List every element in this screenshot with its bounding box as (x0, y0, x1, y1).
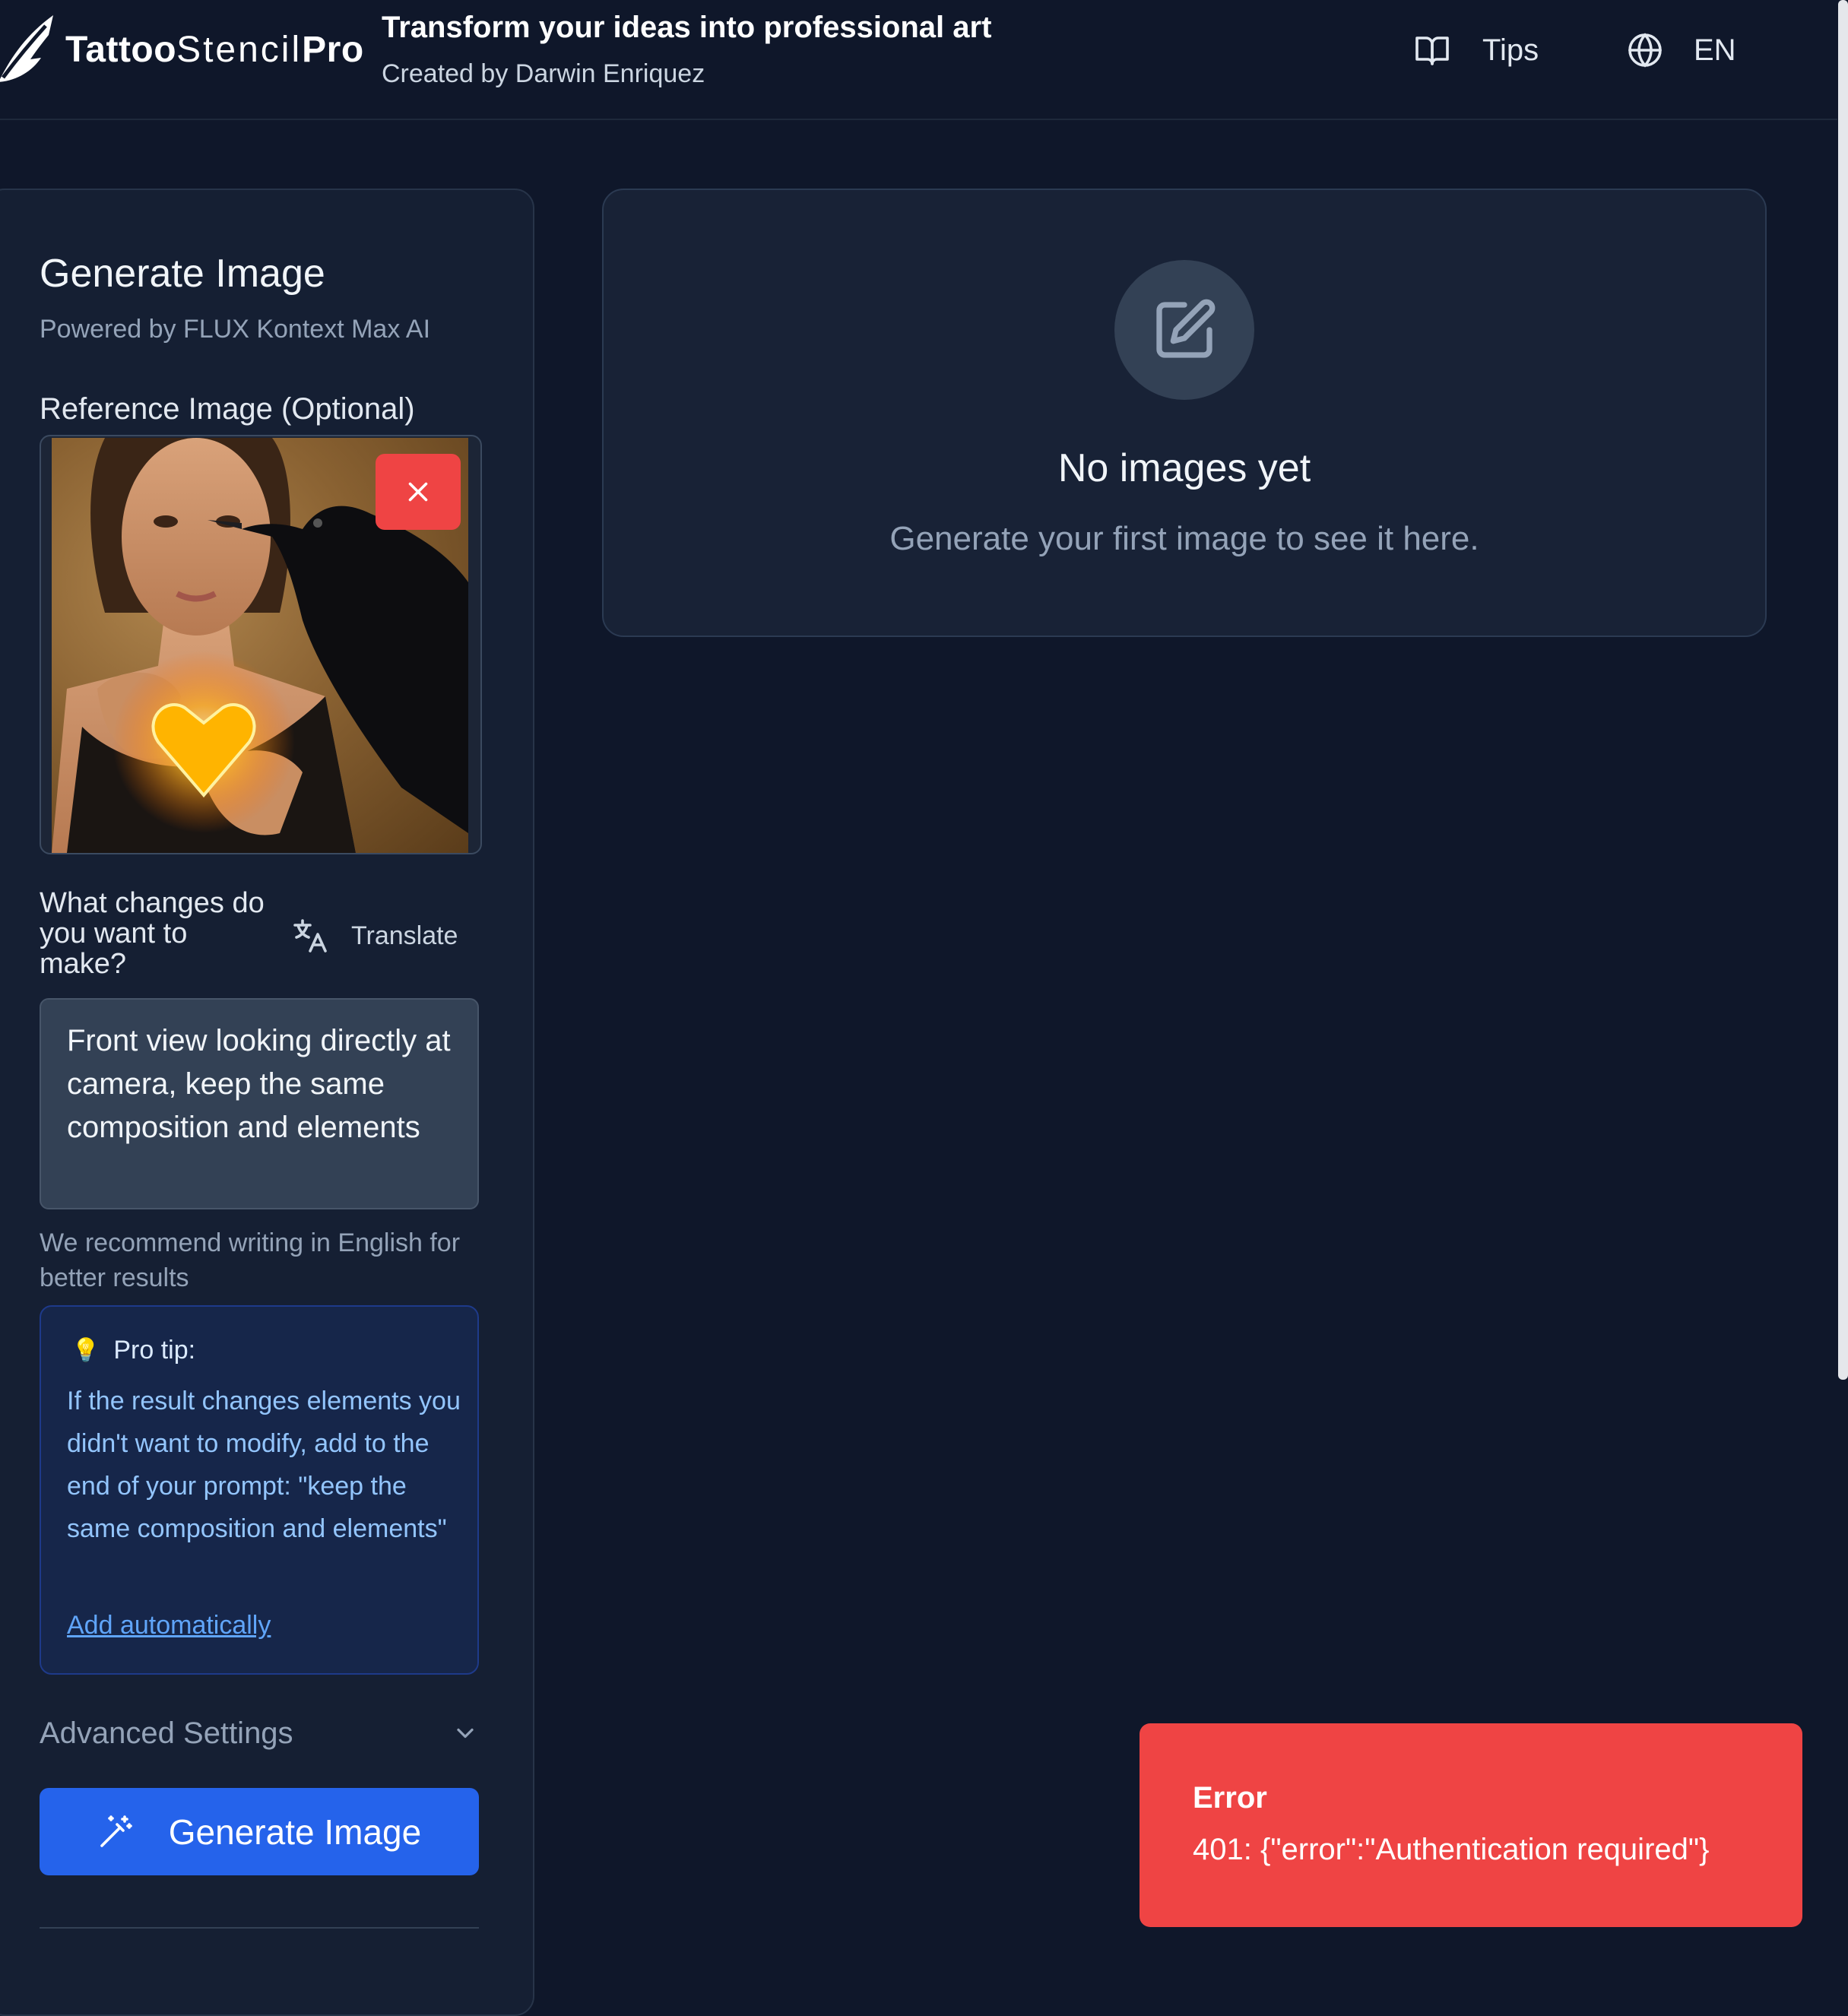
reference-image-label: Reference Image (Optional) (40, 392, 415, 426)
pro-tip-box: 💡 Pro tip: If the result changes element… (40, 1305, 479, 1675)
magic-wand-icon (100, 1815, 132, 1847)
translate-label: Translate (351, 921, 458, 950)
english-recommendation: We recommend writing in English for bett… (40, 1228, 461, 1292)
logo-feather-icon (0, 15, 53, 82)
empty-state-title: No images yet (1057, 446, 1311, 490)
changes-label: What changes do you want to make? (40, 887, 265, 980)
remove-image-button[interactable] (376, 454, 461, 530)
advanced-settings-label: Advanced Settings (40, 1716, 293, 1750)
add-automatically-link[interactable]: Add automatically (67, 1611, 271, 1640)
logo-part-stencil: Stencil (176, 30, 303, 70)
header-title: Transform your ideas into professional a… (382, 11, 992, 44)
logo-part-pro: Pro (302, 30, 364, 70)
prompt-textarea[interactable]: Front view looking directly at camera, k… (40, 998, 479, 1209)
logo-wordmark[interactable]: TattooStencilPro (65, 29, 364, 71)
chevron-down-icon (457, 1728, 474, 1739)
language-button[interactable]: EN (1627, 23, 1736, 78)
header-subtitle: Created by Darwin Enriquez (382, 59, 705, 88)
error-title: Error (1193, 1781, 1267, 1815)
edit-icon (1156, 299, 1216, 358)
advanced-settings-toggle[interactable]: Advanced Settings (40, 1706, 479, 1761)
empty-state-subtitle: Generate your first image to see it here… (889, 520, 1479, 557)
logo-part-tattoo: Tattoo (65, 30, 177, 70)
prompt-text: Front view looking directly at camera, k… (67, 1024, 451, 1144)
language-label: EN (1694, 33, 1736, 67)
error-message: 401: {"error":"Authentication required"} (1193, 1833, 1710, 1866)
panel-title: Generate Image (40, 252, 325, 296)
page-scrollbar-track (1838, 1380, 1848, 1944)
gallery-empty-state (602, 189, 1767, 637)
pro-tip-title: Pro tip: (113, 1336, 196, 1365)
error-toast[interactable]: Error 401: {"error":"Authentication requ… (1140, 1723, 1802, 1927)
book-open-icon (1415, 36, 1449, 65)
globe-icon (1628, 33, 1662, 68)
panel-divider (40, 1927, 479, 1929)
empty-state-icon-circle (1114, 260, 1254, 400)
translate-button[interactable]: Translate (292, 909, 458, 962)
app-header: TattooStencilPro Transform your ideas in… (0, 0, 1837, 120)
panel-subtitle: Powered by FLUX Kontext Max AI (40, 315, 431, 344)
lightbulb-icon: 💡 (71, 1338, 100, 1363)
tips-button[interactable]: Tips (1414, 23, 1539, 78)
close-icon (408, 482, 428, 502)
generate-image-button[interactable]: Generate Image (40, 1788, 479, 1875)
pro-tip-heading: 💡 Pro tip: (71, 1336, 195, 1365)
tips-label: Tips (1482, 33, 1539, 67)
page-scrollbar-thumb[interactable] (1838, 0, 1848, 1380)
translate-icon (293, 919, 327, 953)
pro-tip-text: If the result changes elements you didn'… (67, 1387, 461, 1543)
generate-image-label: Generate Image (168, 1812, 422, 1852)
